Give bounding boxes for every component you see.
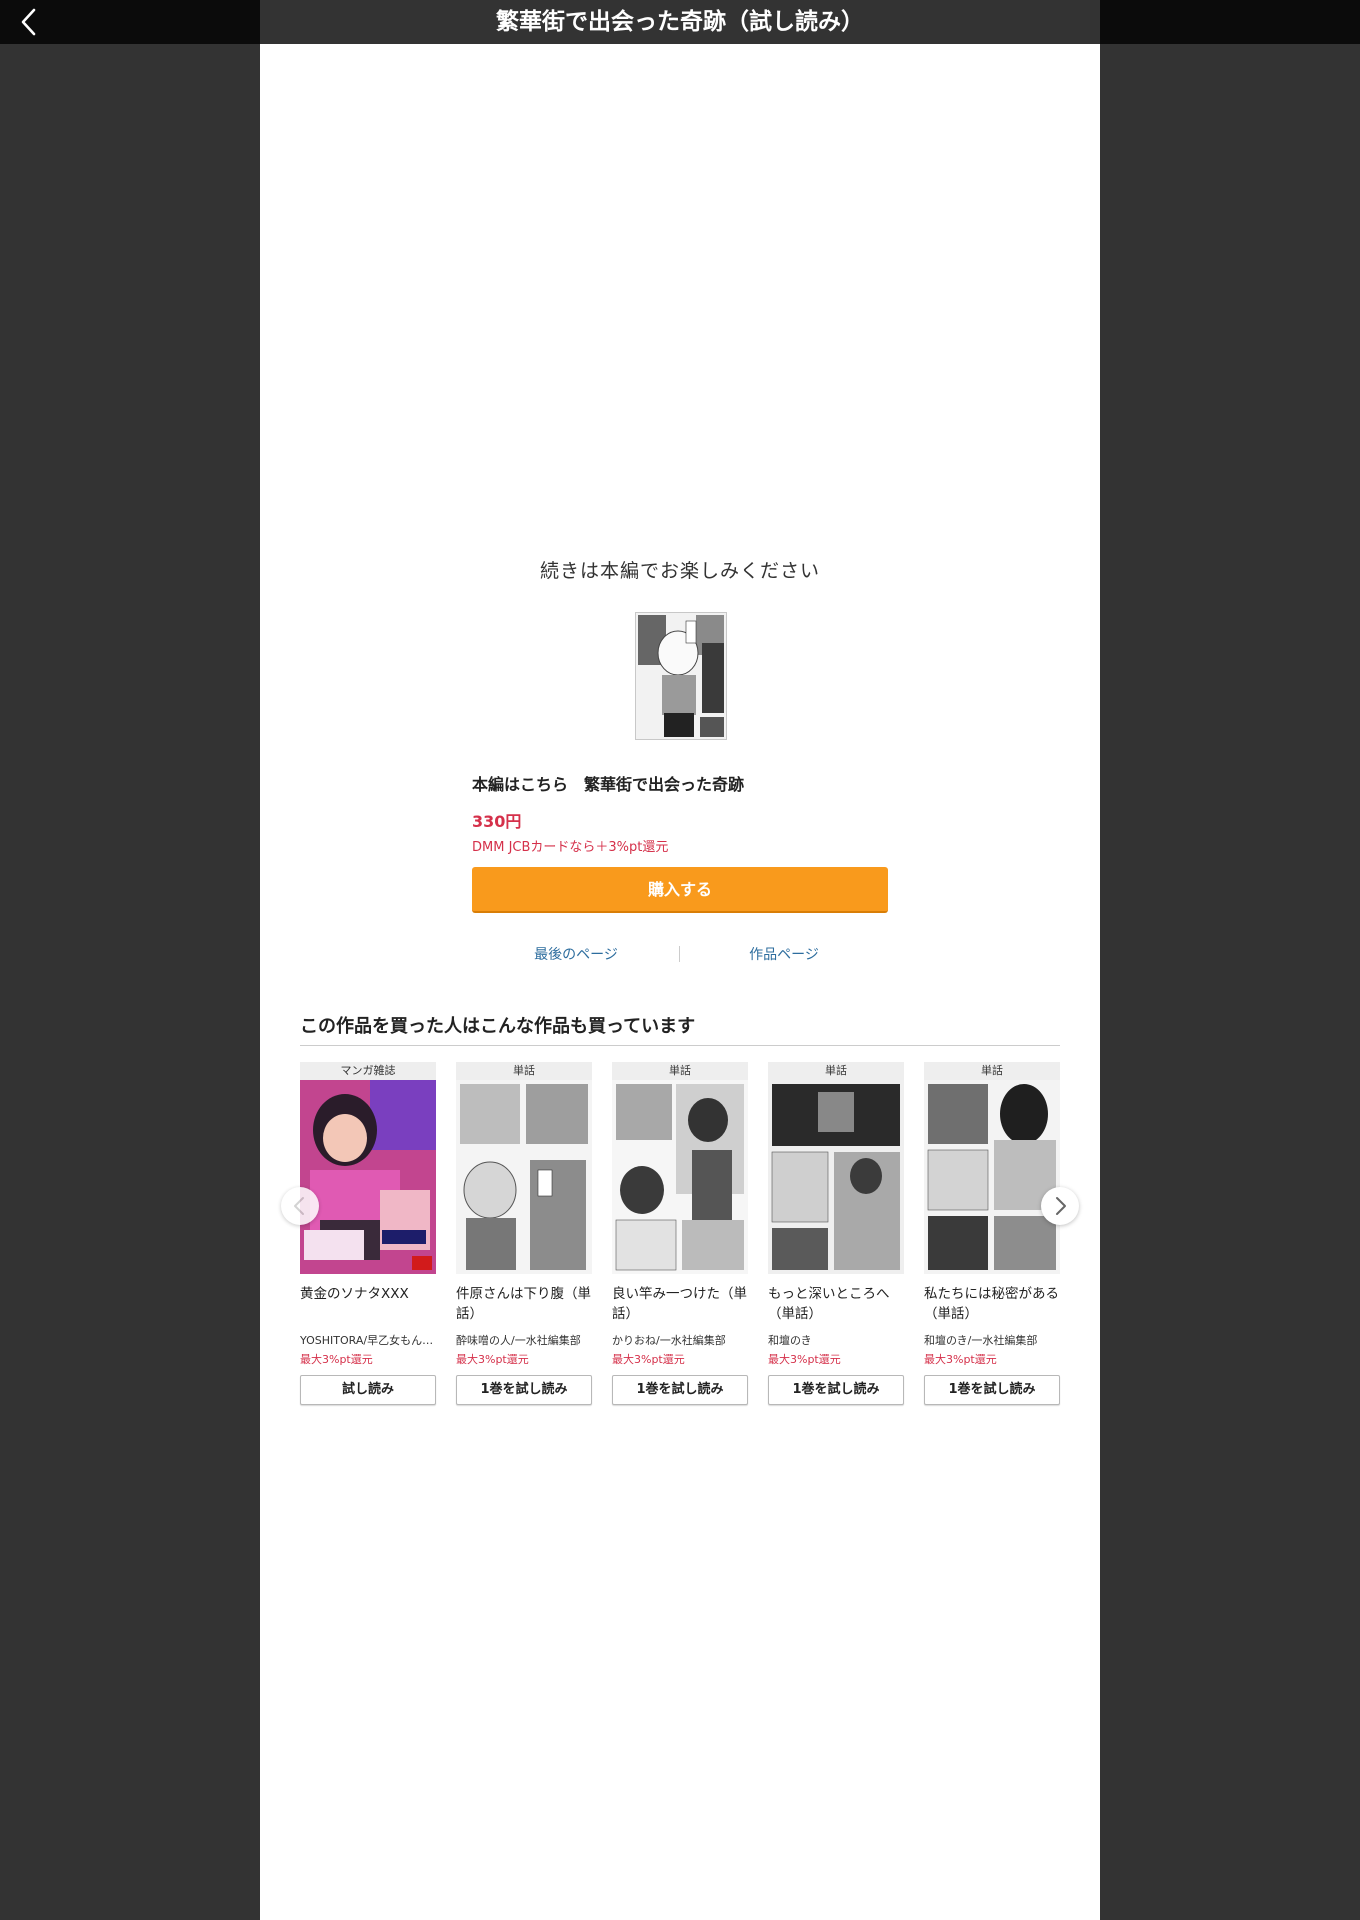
- page-title: 繁華街で出会った奇跡（試し読み）: [496, 9, 864, 35]
- recommend-card[interactable]: マンガ雑誌 黄金のソナタXXX YOSHITORA/早乙女もん… 最大3%pt還…: [300, 1062, 436, 1405]
- cover-image[interactable]: 単話: [924, 1062, 1060, 1274]
- recommend-title: この作品を買った人はこんな作品も買っています: [300, 1016, 696, 1037]
- item-author[interactable]: 和壇のき: [768, 1332, 904, 1348]
- cover-image[interactable]: 単話: [612, 1062, 748, 1274]
- category-label: 単話: [768, 1062, 904, 1080]
- page-links: 最後のページ 作品ページ: [472, 944, 888, 968]
- trial-read-button[interactable]: 試し読み: [300, 1375, 436, 1405]
- trial-read-button[interactable]: 1巻を試し読み: [768, 1375, 904, 1405]
- reader-page: 続きは本編でお楽しみください 本編はこちら 繁華街で出会った奇跡 330円 DM…: [260, 44, 1100, 1920]
- buy-button[interactable]: 購入する: [472, 867, 888, 913]
- cover-image[interactable]: マンガ雑誌: [300, 1062, 436, 1274]
- book-cover-thumbnail[interactable]: [635, 612, 727, 740]
- item-name[interactable]: 件原さんは下り腹（単話）: [456, 1284, 592, 1324]
- item-points: 最大3%pt還元: [456, 1353, 529, 1366]
- main-work-label: 本編はこちら 繁華街で出会った奇跡: [472, 775, 745, 794]
- item-name[interactable]: もっと深いところへ（単話）: [768, 1284, 904, 1324]
- recommend-carousel: マンガ雑誌 黄金のソナタXXX YOSHITORA/早乙女もん… 最大3%pt還…: [300, 1062, 1060, 1462]
- carousel-next-button[interactable]: [1041, 1187, 1079, 1225]
- trial-read-button[interactable]: 1巻を試し読み: [456, 1375, 592, 1405]
- item-points: 最大3%pt還元: [612, 1353, 685, 1366]
- chevron-left-icon: [294, 1197, 304, 1215]
- carousel-prev-button[interactable]: [281, 1187, 319, 1225]
- divider: [300, 1045, 1060, 1046]
- category-label: 単話: [456, 1062, 592, 1080]
- cover-image[interactable]: 単話: [768, 1062, 904, 1274]
- chevron-right-icon: [1056, 1197, 1066, 1215]
- item-points: 最大3%pt還元: [300, 1353, 373, 1366]
- trial-read-button[interactable]: 1巻を試し読み: [612, 1375, 748, 1405]
- recommend-card[interactable]: 単話 私たちには秘密がある（単話） 和壇のき/一水社編集部 最大3%pt還元 1…: [924, 1062, 1060, 1405]
- recommend-card[interactable]: 単話 良い竿み一つけた（単話） かりおね/一水社編集部 最大3%pt還元 1巻を…: [612, 1062, 748, 1405]
- item-name[interactable]: 私たちには秘密がある（単話）: [924, 1284, 1060, 1324]
- item-author[interactable]: 酔味噌の人/一水社編集部: [456, 1332, 592, 1348]
- item-points: 最大3%pt還元: [924, 1353, 997, 1366]
- work-page-link[interactable]: 作品ページ: [680, 944, 888, 964]
- chevron-left-icon[interactable]: [18, 8, 44, 36]
- item-points: 最大3%pt還元: [768, 1353, 841, 1366]
- item-author[interactable]: 和壇のき/一水社編集部: [924, 1332, 1060, 1348]
- item-name[interactable]: 黄金のソナタXXX: [300, 1284, 436, 1324]
- price: 330円: [472, 812, 522, 831]
- recommend-card[interactable]: 単話 もっと深いところへ（単話） 和壇のき 最大3%pt還元 1巻を試し読み: [768, 1062, 904, 1405]
- cover-image[interactable]: 単話: [456, 1062, 592, 1274]
- category-label: 単話: [924, 1062, 1060, 1080]
- continue-message: 続きは本編でお楽しみください: [539, 560, 820, 582]
- campaign-text: DMM JCBカードなら＋3%pt還元: [472, 840, 669, 855]
- item-author[interactable]: かりおね/一水社編集部: [612, 1332, 748, 1348]
- category-label: マンガ雑誌: [300, 1062, 436, 1080]
- last-page-link[interactable]: 最後のページ: [472, 944, 680, 964]
- recommend-card[interactable]: 単話 件原さんは下り腹（単話） 酔味噌の人/一水社編集部 最大3%pt還元 1巻…: [456, 1062, 592, 1405]
- trial-read-button[interactable]: 1巻を試し読み: [924, 1375, 1060, 1405]
- top-bar: 繁華街で出会った奇跡（試し読み）: [0, 0, 1360, 44]
- item-author[interactable]: YOSHITORA/早乙女もん…: [300, 1332, 436, 1348]
- category-label: 単話: [612, 1062, 748, 1080]
- item-name[interactable]: 良い竿み一つけた（単話）: [612, 1284, 748, 1324]
